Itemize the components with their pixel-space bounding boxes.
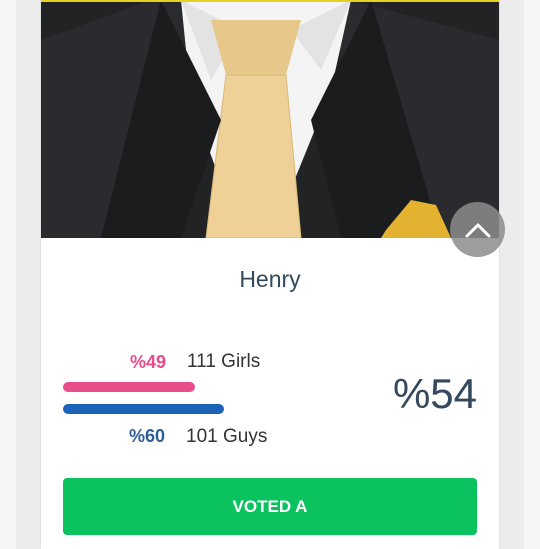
girls-count: 111 Girls bbox=[187, 351, 261, 372]
total-percent: %54 bbox=[392, 370, 477, 417]
right-gutter bbox=[524, 0, 540, 549]
guys-bar bbox=[63, 404, 224, 414]
candidate-card: Henry %49 111 Girls %60 101 Guys %54 VOT… bbox=[41, 0, 505, 549]
left-gutter bbox=[0, 0, 16, 549]
vote-button[interactable]: VOTED A bbox=[63, 478, 477, 535]
guys-count: 101 Guys bbox=[186, 426, 268, 447]
poll-page: Henry %49 111 Girls %60 101 Guys %54 VOT… bbox=[0, 0, 540, 549]
girls-bar bbox=[63, 382, 195, 392]
guys-percent: %60 bbox=[129, 426, 166, 446]
girls-percent: %49 bbox=[130, 352, 167, 372]
vote-stats: %49 111 Girls %60 101 Guys %54 bbox=[41, 0, 499, 549]
